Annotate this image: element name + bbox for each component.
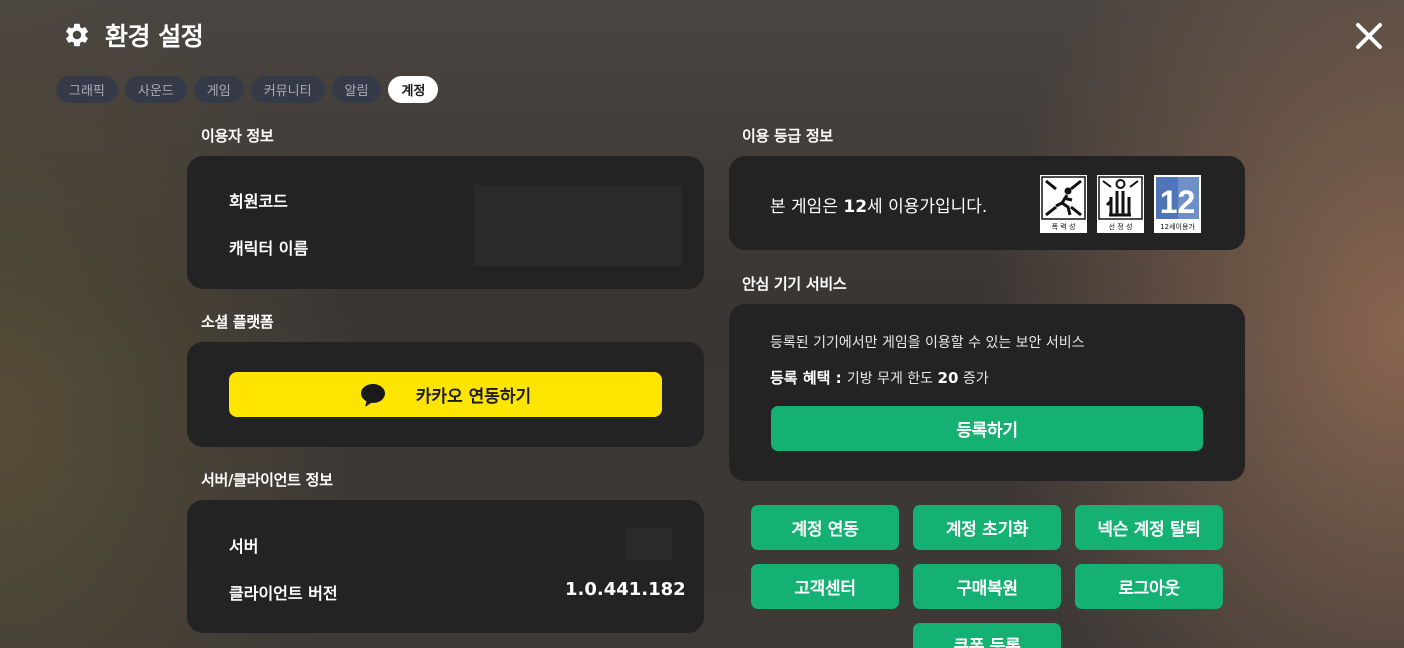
nexon-withdraw-button[interactable]: 넥슨 계정 탈퇴 <box>1075 505 1223 550</box>
customer-center-button[interactable]: 고객센터 <box>751 564 899 609</box>
violence-caption: 폭 력 성 <box>1051 223 1076 231</box>
account-reset-button[interactable]: 계정 초기화 <box>913 505 1061 550</box>
settings-header: 환경 설정 <box>63 18 204 52</box>
logout-button[interactable]: 로그아웃 <box>1075 564 1223 609</box>
user-info-title: 이용자 정보 <box>201 127 274 145</box>
tab-graphics[interactable]: 그래픽 <box>56 76 118 103</box>
chat-bubble-icon <box>360 383 385 406</box>
tab-community[interactable]: 커뮤니티 <box>250 76 325 103</box>
sensationalism-icon: 선 정 성 <box>1097 175 1144 233</box>
benefit-value: 20 <box>937 369 959 387</box>
safe-device-panel <box>729 304 1245 481</box>
close-button[interactable] <box>1352 19 1386 53</box>
server-label: 서버 <box>229 537 259 556</box>
sensationalism-caption: 선 정 성 <box>1108 223 1133 231</box>
tab-game[interactable]: 게임 <box>193 76 244 103</box>
register-device-button[interactable]: 등록하기 <box>771 406 1203 451</box>
page-title: 환경 설정 <box>105 22 204 51</box>
server-info-title: 서버/클라이언트 정보 <box>201 471 333 489</box>
age-12-caption: 12세이용가 <box>1160 223 1195 231</box>
tab-notifications[interactable]: 알림 <box>331 76 382 103</box>
hidden-server-name <box>625 528 672 560</box>
kakao-link-label: 카카오 연동하기 <box>415 387 532 407</box>
age-12-icon: 12 12세이용가 <box>1154 175 1201 233</box>
hidden-user-info <box>474 185 682 266</box>
tab-account[interactable]: 계정 <box>388 76 439 103</box>
social-platform-title: 소셜 플랫폼 <box>201 313 274 331</box>
restore-purchase-button[interactable]: 구매복원 <box>913 564 1061 609</box>
safe-device-title: 안심 기기 서비스 <box>742 275 847 293</box>
tab-sound[interactable]: 사운드 <box>124 76 187 103</box>
client-version-value: 1.0.441.182 <box>565 579 686 600</box>
client-version-label: 클라이언트 버전 <box>229 584 338 603</box>
rating-age: 12 <box>843 197 868 217</box>
rating-text: 본 게임은 12세 이용가입니다. <box>770 197 988 217</box>
safe-device-description: 등록된 기기에서만 게임을 이용할 수 있는 보안 서비스 <box>770 335 1085 351</box>
safe-device-benefit: 등록 혜택 : 기방 무게 한도 20 증가 <box>770 369 989 387</box>
violence-icon: 폭 력 성 <box>1040 175 1087 233</box>
coupon-register-button[interactable]: 쿠폰 등록 <box>913 623 1061 648</box>
close-icon <box>1356 23 1382 49</box>
rating-info-title: 이용 등급 정보 <box>742 127 833 145</box>
gear-icon <box>66 23 88 47</box>
settings-tabs: 그래픽 사운드 게임 커뮤니티 알림 계정 <box>56 76 439 103</box>
age-12-number: 12 <box>1160 184 1196 220</box>
account-link-button[interactable]: 계정 연동 <box>751 505 899 550</box>
member-code-label: 회원코드 <box>229 192 288 211</box>
server-info-panel <box>187 500 704 633</box>
kakao-link-button[interactable]: 카카오 연동하기 <box>229 372 662 417</box>
character-name-label: 캐릭터 이름 <box>229 239 309 258</box>
